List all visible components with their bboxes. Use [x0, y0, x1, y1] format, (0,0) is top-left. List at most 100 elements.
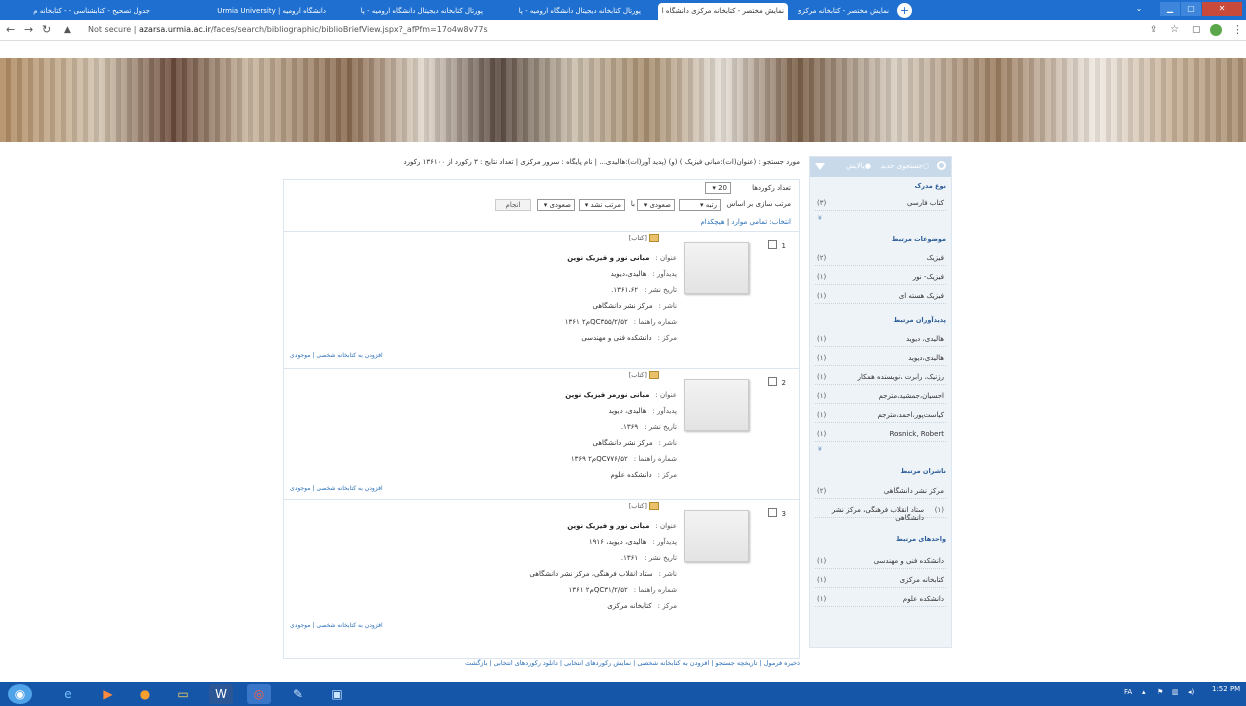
book-cover-image[interactable] — [684, 379, 749, 431]
result-record: 1 [کتاب] عنوان : مبانی نور و فیزیک نوین پ… — [284, 231, 799, 368]
browser-tab[interactable]: جدول تصحیح - کتابشناسی - - کتابخانه م — [4, 3, 154, 20]
profile-avatar[interactable] — [1210, 24, 1222, 36]
media-icon[interactable]: ▶ — [96, 684, 120, 704]
record-type: [کتاب] — [629, 234, 659, 242]
records-count-select[interactable]: 20 ▾ — [705, 182, 731, 194]
record-checkbox[interactable] — [768, 377, 777, 386]
library-banner-image — [0, 58, 1246, 142]
browser-tab[interactable]: پورتال کتابخانه دیجیتال دانشگاه ارومیه -… — [505, 3, 645, 20]
record-checkbox[interactable] — [768, 508, 777, 517]
maximize-button[interactable]: ▢ — [1181, 2, 1201, 16]
facet-count: (۱) — [817, 292, 827, 300]
chrome-icon[interactable]: ◎ — [247, 684, 271, 704]
sort-direction-select[interactable]: صعودی ▾ — [637, 199, 675, 211]
result-record: 3 [کتاب] عنوان : مبانی نور و فیزیک نوین پ… — [284, 499, 799, 636]
word-icon[interactable]: W — [209, 684, 233, 704]
screen-icon[interactable]: ▣ — [325, 684, 349, 704]
network-icon[interactable]: ▥ — [1172, 688, 1179, 696]
clock[interactable]: 1:52 PM — [1212, 685, 1240, 693]
reload-icon[interactable]: ↻ — [42, 23, 51, 36]
ie-icon[interactable]: e — [56, 684, 80, 704]
menu-icon[interactable]: ⋮ — [1232, 23, 1243, 36]
star-icon[interactable]: ☆ — [1170, 24, 1179, 35]
select-none-link[interactable]: هیچکدام — [700, 218, 724, 226]
firefox-icon[interactable]: ● — [133, 684, 157, 704]
apply-button[interactable]: انجام — [495, 199, 531, 211]
warning-icon: ▲ — [64, 25, 71, 35]
record-checkbox[interactable] — [768, 240, 777, 249]
record-actions[interactable]: افزودن به کتابخانه شخصی | موجودی — [290, 485, 383, 492]
record-actions[interactable]: افزودن به کتابخانه شخصی | موجودی — [290, 622, 383, 629]
filter-icon[interactable] — [815, 163, 825, 170]
facet-label: دانشکده علوم — [902, 595, 944, 603]
facet-item[interactable]: ستاد انقلاب فرهنگی، مرکز نشر دانشگاهی (۱) — [815, 504, 946, 522]
url-field[interactable]: Not secure | azarsa.urmia.ac.ir/faces/se… — [88, 25, 488, 34]
facet-item[interactable]: Rosnick, Robert (۱) — [815, 428, 946, 442]
flag-icon[interactable]: ⚑ — [1157, 688, 1163, 696]
record-title-link[interactable]: مبانی نور و فیزیک نوین — [567, 522, 649, 530]
record-field: مرکز : دانشکده علوم — [610, 471, 677, 479]
tab-search-icon[interactable]: ⌄ — [1130, 2, 1148, 16]
field-value: ۱۳۶۱. — [620, 554, 639, 562]
section-title-authors: پدیدآوران مرتبط — [893, 316, 946, 324]
language-indicator[interactable]: FA — [1124, 688, 1132, 696]
browser-tab[interactable]: پورتال کتابخانه دیجیتال دانشگاه ارومیه -… — [347, 3, 487, 20]
sort-direction2-value: صعودی — [549, 201, 571, 209]
record-type: [کتاب] — [629, 502, 659, 510]
facet-item[interactable]: دانشکده فنی و مهندسی (۱) — [815, 555, 946, 569]
refine-option[interactable]: ●پالایش — [846, 162, 871, 170]
facet-item[interactable]: رزنیک، رابرت ،نویسنده همکار (۱) — [815, 371, 946, 385]
field-value: هالیدی،دیوید — [610, 270, 647, 278]
facet-label: هالیدی،دیوید — [908, 354, 944, 362]
sort-field-select[interactable]: رتبه ▾ — [679, 199, 721, 211]
tray-up-icon[interactable]: ▴ — [1142, 688, 1146, 696]
record-actions[interactable]: افزودن به کتابخانه شخصی | موجودی — [290, 352, 383, 359]
facet-item[interactable]: فیزیک (۲) — [815, 252, 946, 266]
more-icon[interactable]: ¥ — [818, 446, 822, 453]
more-icon[interactable]: ¥ — [818, 215, 822, 222]
sort-direction2-select[interactable]: صعودی ▾ — [537, 199, 575, 211]
field-key: ناشر : — [658, 570, 677, 578]
bottom-action-bar[interactable]: ذخیره فرمول | تاریخچه جستجو | افزودن به … — [284, 659, 800, 667]
new-search-option[interactable]: ○جستجوی جدید — [881, 162, 929, 170]
back-icon[interactable]: ← — [6, 23, 15, 36]
close-button[interactable]: ✕ — [1202, 2, 1242, 16]
facet-item[interactable]: کیاست‌پور،احمد،مترجم (۱) — [815, 409, 946, 423]
sort-field2-value: مرتب نشد — [590, 201, 621, 209]
record-title-link[interactable]: مبانی نور و فیزیک نوین — [567, 254, 649, 262]
window-icon[interactable]: ▢ — [1192, 25, 1201, 35]
minimize-button[interactable]: ▁ — [1160, 2, 1180, 16]
facet-count: (۱) — [817, 373, 827, 381]
book-icon — [649, 502, 659, 510]
field-key: مرکز : — [657, 471, 677, 479]
volume-icon[interactable]: ◂) — [1188, 688, 1194, 696]
facet-label: رزنیک، رابرت ،نویسنده همکار — [857, 373, 944, 381]
facet-item[interactable]: مرکز نشر دانشگاهی (۲) — [815, 485, 946, 499]
selection-bar: انتخاب: تمامی موارد | هیچکدام — [700, 218, 791, 226]
browser-tab[interactable]: دانشگاه ارومیه | Urmia University — [180, 3, 330, 20]
search-icon[interactable] — [937, 161, 946, 170]
facet-item[interactable]: هالیدی،دیوید (۱) — [815, 352, 946, 366]
facet-item[interactable]: دانشکده علوم (۱) — [815, 593, 946, 607]
select-all-link[interactable]: تمامی موارد — [731, 218, 767, 226]
book-cover-image[interactable] — [684, 242, 749, 294]
facet-item[interactable]: هالیدی، دیوید (۱) — [815, 333, 946, 347]
folder-icon[interactable]: ▭ — [171, 684, 195, 704]
record-title-link[interactable]: مبانی نورمر فیزیک نوین — [565, 391, 649, 399]
browser-tab[interactable]: نمایش مختصر - کتابخانه مرکزی دانشگاه ا — [798, 3, 893, 20]
facet-item[interactable]: احسیان،جمشید،مترجم (۱) — [815, 390, 946, 404]
facet-item[interactable]: فیزیک- نور (۱) — [815, 271, 946, 285]
book-cover-image[interactable] — [684, 510, 749, 562]
facet-item[interactable]: کتاب فارسی (۳) — [815, 197, 946, 211]
sort-field2-select[interactable]: مرتب نشد ▾ — [579, 199, 625, 211]
facet-item[interactable]: فیزیک هسته ای (۱) — [815, 290, 946, 304]
paint-icon[interactable]: ✎ — [286, 684, 310, 704]
facet-label: کتابخانه مرکزی — [899, 576, 944, 584]
record-number: 3 — [781, 510, 786, 518]
start-button[interactable]: ◉ — [8, 684, 32, 704]
browser-tab-active[interactable]: نمایش مختصر - کتابخانه مرکزی دانشگاه ا — [658, 3, 788, 20]
new-tab-button[interactable]: + — [897, 3, 912, 18]
facet-item[interactable]: کتابخانه مرکزی (۱) — [815, 574, 946, 588]
forward-icon[interactable]: → — [24, 23, 33, 36]
share-icon[interactable]: ⇪ — [1150, 25, 1158, 35]
